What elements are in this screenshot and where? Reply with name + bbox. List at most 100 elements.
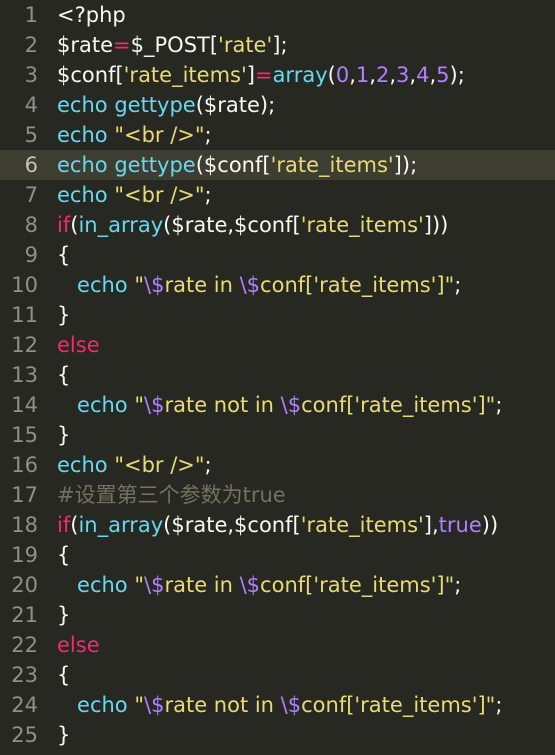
code-token: 0 xyxy=(335,63,350,87)
code-line[interactable]: 5 echo "<br />"; xyxy=(0,120,555,150)
code-token: = xyxy=(113,33,131,57)
code-token: ; xyxy=(204,183,212,207)
line-number: 25 xyxy=(11,723,38,747)
line-number: 17 xyxy=(11,483,38,507)
code-line[interactable]: 15} xyxy=(0,420,555,450)
code-token: \$ xyxy=(144,693,165,717)
code-token: } xyxy=(57,423,71,447)
line-number: 10 xyxy=(11,273,38,297)
line-number: 4 xyxy=(24,93,38,117)
code-token: " xyxy=(134,393,145,417)
code-text: } xyxy=(57,420,70,450)
code-line[interactable]: 24 echo "\$rate not in \$conf['rate_item… xyxy=(0,690,555,720)
code-line[interactable]: 9{ xyxy=(0,240,555,270)
code-token: \$ xyxy=(144,573,165,597)
code-line[interactable]: 11} xyxy=(0,300,555,330)
code-token: { xyxy=(57,363,71,387)
line-number: 9 xyxy=(24,243,38,267)
code-token: gettype xyxy=(114,93,196,117)
code-line[interactable]: 20 echo "\$rate in \$conf['rate_items']"… xyxy=(0,570,555,600)
code-token: echo xyxy=(77,573,128,597)
code-token: rate in xyxy=(164,273,240,297)
line-number: 21 xyxy=(11,603,38,627)
line-number: 1 xyxy=(24,3,38,27)
code-token: 'rate_items' xyxy=(123,63,247,87)
code-line[interactable]: 12 else xyxy=(0,330,555,360)
code-text: else xyxy=(57,330,100,360)
code-token: conf['rate_items']" xyxy=(260,573,455,597)
code-token: in_array xyxy=(78,513,164,537)
code-token: { xyxy=(57,663,71,687)
code-token: ] xyxy=(393,153,402,177)
code-token: } xyxy=(57,303,71,327)
code-line[interactable]: 10 echo "\$rate in \$conf['rate_items']"… xyxy=(0,270,555,300)
code-line[interactable]: 17 #设置第三个参数为true xyxy=(0,480,555,510)
code-text: else xyxy=(57,630,100,660)
code-token: ($rate,$conf[ xyxy=(163,513,301,537)
code-line[interactable]: 19 { xyxy=(0,540,555,570)
code-line[interactable]: 14 echo "\$rate not in \$conf['rate_item… xyxy=(0,390,555,420)
code-line[interactable]: 3 $conf['rate_items']=array(0,1,2,3,4,5); xyxy=(0,60,555,90)
code-line[interactable]: 21} xyxy=(0,600,555,630)
code-line[interactable]: 16 echo "<br />"; xyxy=(0,450,555,480)
code-line[interactable]: 7 echo "<br />"; xyxy=(0,180,555,210)
code-token: ])) xyxy=(423,213,449,237)
code-token: echo xyxy=(77,393,128,417)
code-token: ($rate,$conf[ xyxy=(163,213,301,237)
code-text: echo gettype($conf['rate_items']); xyxy=(57,150,417,180)
code-editor[interactable]: 1 <?php 2 $rate=$_POST['rate']; 3 $conf['rate… xyxy=(0,0,555,755)
code-token: echo xyxy=(77,693,128,717)
code-line[interactable]: 23 { xyxy=(0,660,555,690)
code-text: <?php xyxy=(57,0,126,30)
code-token: ; xyxy=(495,693,503,717)
code-line[interactable]: 13 { xyxy=(0,360,555,390)
code-text: echo gettype($rate); xyxy=(57,90,275,120)
line-number: 15 xyxy=(11,423,38,447)
code-token: = xyxy=(254,63,273,87)
code-text: #设置第三个参数为true xyxy=(57,480,286,510)
code-text: } xyxy=(57,720,70,750)
code-token: ]; xyxy=(272,33,288,57)
code-token: in_array xyxy=(78,213,164,237)
code-token: echo xyxy=(57,123,108,147)
code-text: $rate=$_POST['rate']; xyxy=(57,30,288,60)
code-token: 4 xyxy=(416,63,430,87)
code-text: $conf['rate_items']=array(0,1,2,3,4,5); xyxy=(57,60,465,90)
code-token: 1 xyxy=(355,63,370,87)
code-line[interactable]: 25} xyxy=(0,720,555,750)
code-token: { xyxy=(57,543,71,567)
code-text: } xyxy=(57,600,70,630)
code-token: echo xyxy=(57,93,108,117)
code-token: 2 xyxy=(375,63,390,87)
code-line[interactable]: 18 if(in_array($rate,$conf['rate_items'],… xyxy=(0,510,555,540)
line-number: 24 xyxy=(11,693,38,717)
code-token: } xyxy=(57,603,71,627)
code-token: 'rate_items' xyxy=(270,153,394,177)
code-token: "<br />" xyxy=(114,183,205,207)
code-line[interactable]: 8 if(in_array($rate,$conf['rate_items'])) xyxy=(0,210,555,240)
code-token: ($rate); xyxy=(195,93,276,117)
code-line[interactable]: 22 else xyxy=(0,630,555,660)
code-token: ] xyxy=(246,63,255,87)
code-token: \$ xyxy=(144,393,165,417)
code-token: ( xyxy=(327,63,336,87)
code-token: \$ xyxy=(239,573,261,597)
code-token: \$ xyxy=(144,273,165,297)
line-number: 6 xyxy=(24,153,38,177)
code-token: "<br />" xyxy=(114,453,205,477)
code-token: $_POST[ xyxy=(130,33,219,57)
code-line[interactable]: 6 echo gettype($conf['rate_items']); xyxy=(0,150,555,180)
code-line[interactable]: 1 <?php xyxy=(0,0,555,30)
line-number: 14 xyxy=(11,393,38,417)
code-token: \$ xyxy=(239,273,261,297)
code-token: "<br />" xyxy=(114,123,205,147)
code-line[interactable]: 4 echo gettype($rate); xyxy=(0,90,555,120)
code-line[interactable]: 2 $rate=$_POST['rate']; xyxy=(0,30,555,60)
code-token: echo xyxy=(57,453,108,477)
code-token: $rate xyxy=(57,33,114,57)
code-token: ; xyxy=(204,453,212,477)
code-token: if xyxy=(57,513,71,537)
code-token: true xyxy=(438,513,482,537)
line-number: 2 xyxy=(24,33,38,57)
